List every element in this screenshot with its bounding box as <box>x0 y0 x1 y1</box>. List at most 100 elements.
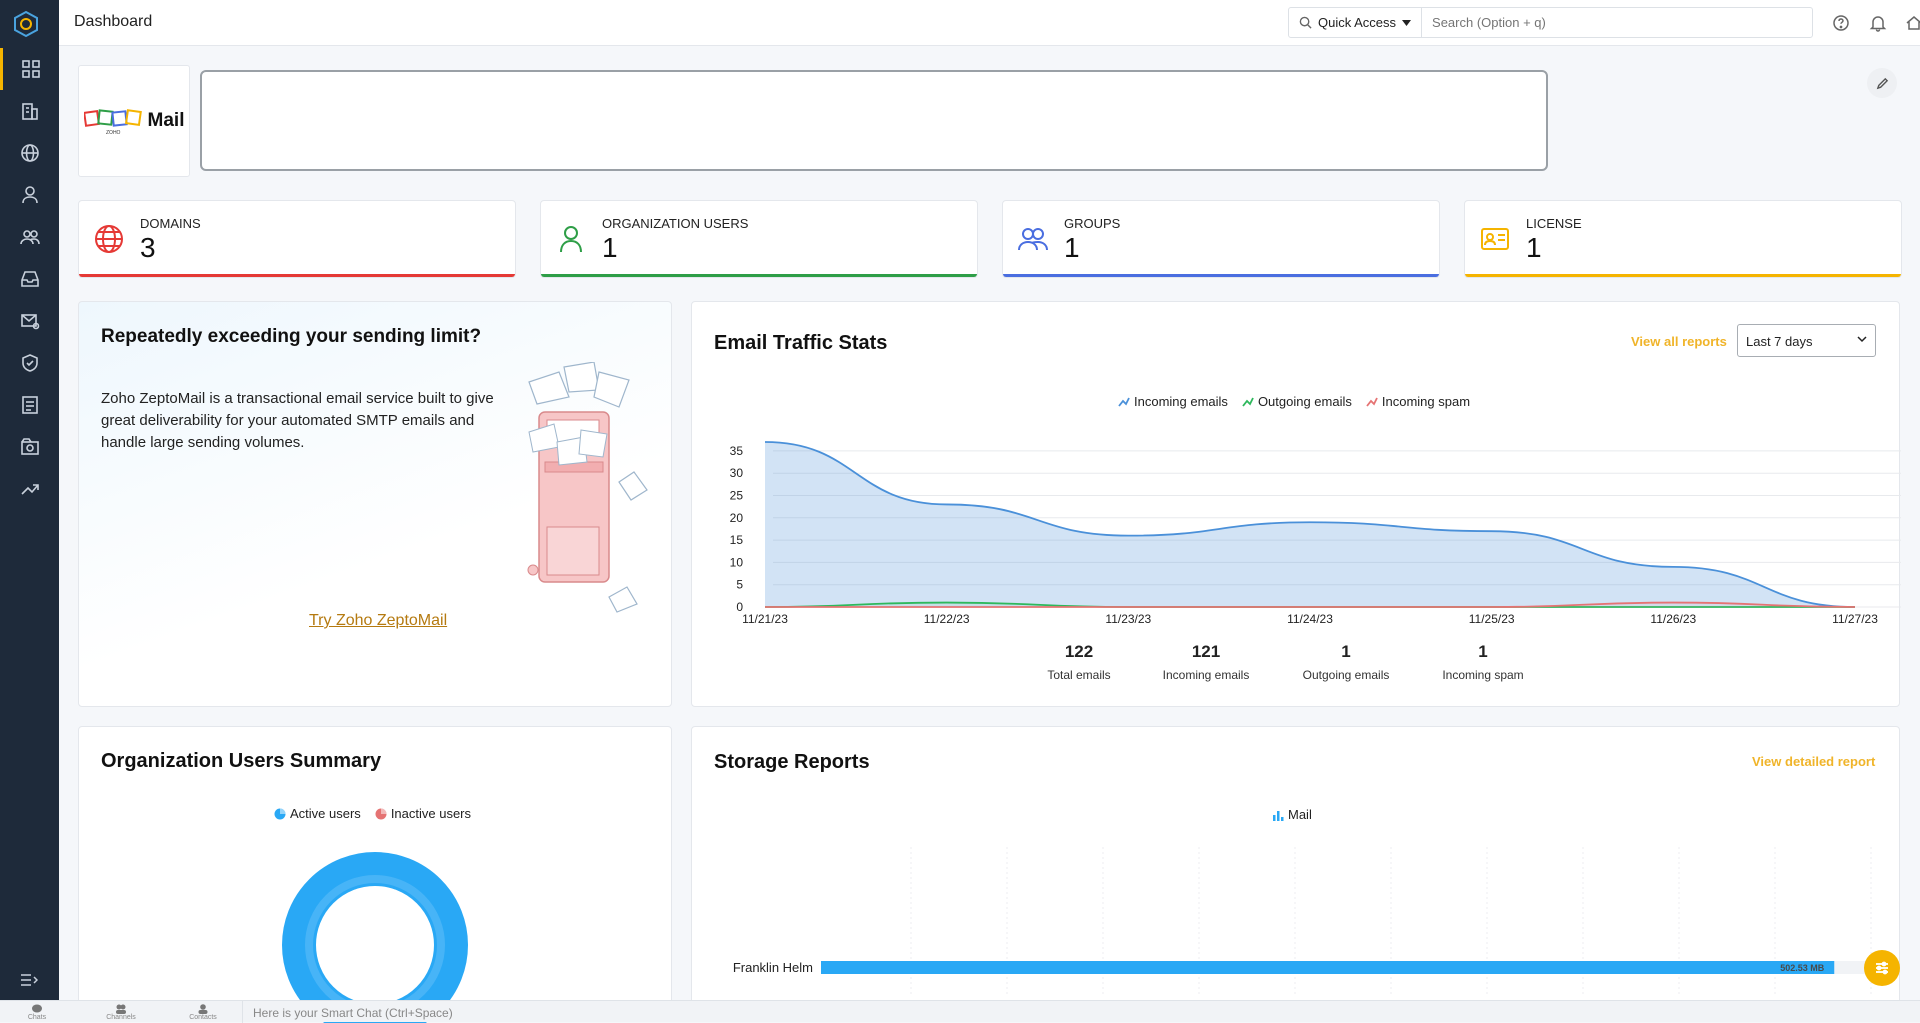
stat-accent-bar <box>541 274 977 277</box>
organization-users-summary-card: Organization Users Summary Active users I… <box>78 726 672 1023</box>
bar-category-label: Franklin Helm <box>733 960 813 975</box>
stat-card-organization-users[interactable]: ORGANIZATION USERS 1 <box>540 200 978 278</box>
page-title: Dashboard <box>74 13 153 30</box>
x-tick-label: 11/22/23 <box>924 612 970 626</box>
sidebar-item-analytics[interactable] <box>0 468 59 510</box>
sidebar-item-dashboard[interactable] <box>0 48 59 90</box>
contacts-tab[interactable]: Contacts <box>168 1004 238 1022</box>
quick-access-search: Quick Access <box>1288 7 1813 38</box>
y-tick-label: 35 <box>730 444 744 458</box>
chats-tab[interactable]: Chats <box>2 1004 72 1022</box>
stat-label: LICENSE <box>1526 216 1582 231</box>
summary-label: Incoming spam <box>1442 668 1524 682</box>
stat-card-license[interactable]: LICENSE 1 <box>1464 200 1902 278</box>
sidebar-item-reports[interactable] <box>0 384 59 426</box>
storage-bar-chart: Franklin Helm 502.53 MB <box>733 847 1872 997</box>
smart-chat-input[interactable]: Here is your Smart Chat (Ctrl+Space) <box>242 1001 1920 1023</box>
stat-value: 3 <box>140 232 156 263</box>
data-admin-icon <box>20 438 39 455</box>
y-tick-label: 15 <box>730 533 744 547</box>
group-icon <box>19 230 40 245</box>
stat-value: 1 <box>602 232 618 263</box>
sidebar-item-organization[interactable] <box>0 90 59 132</box>
summary-label: Incoming emails <box>1162 668 1250 682</box>
stat-label: ORGANIZATION USERS <box>602 216 749 231</box>
edit-dashboard-button[interactable] <box>1867 68 1897 98</box>
quick-access-button[interactable]: Quick Access <box>1289 8 1423 37</box>
stat-card-domains[interactable]: DOMAINS 3 <box>78 200 516 278</box>
x-tick-label: 11/21/23 <box>742 612 788 626</box>
stat-value: 1 <box>1526 232 1542 263</box>
collapse-sidebar-icon[interactable] <box>20 973 39 987</box>
sidebar-item-domains[interactable] <box>0 132 59 174</box>
pie-slice-inner-ring <box>305 875 445 1015</box>
globe-icon <box>20 144 39 162</box>
license-icon <box>1479 223 1511 255</box>
summary-value: 122 <box>1064 642 1094 661</box>
x-tick-label: 11/27/23 <box>1832 612 1878 626</box>
x-tick-label: 11/25/23 <box>1469 612 1515 626</box>
stat-label: DOMAINS <box>140 216 201 231</box>
x-tick-label: 11/23/23 <box>1105 612 1151 626</box>
sidebar <box>0 0 59 1000</box>
bell-icon[interactable] <box>1869 14 1887 32</box>
users-donut-chart <box>282 852 468 1023</box>
email-traffic-chart: 0510152025303511/21/23 11/22/23 11/23/23 11… <box>730 441 1901 626</box>
zeptomail-promo-card: Repeatedly exceeding your sending limit?… <box>78 301 672 707</box>
storage-reports-card: Storage Reports View detailed report Mai… <box>691 726 1900 1022</box>
help-icon[interactable] <box>1832 14 1850 32</box>
contacts-icon <box>198 1004 208 1014</box>
stat-accent-bar <box>1465 274 1901 277</box>
y-tick-label: 10 <box>730 555 744 569</box>
sidebar-item-mail-policy[interactable] <box>0 258 59 300</box>
mail-settings-icon <box>20 314 39 330</box>
contacts-tab-label: Contacts <box>189 1014 217 1021</box>
channels-tab-label: Channels <box>106 1014 136 1021</box>
summary-label: Outgoing emails <box>1302 668 1390 682</box>
sidebar-item-data-administration[interactable] <box>0 426 59 468</box>
y-tick-label: 20 <box>730 511 744 525</box>
stat-accent-bar <box>1003 274 1439 277</box>
summary-value: 121 <box>1191 642 1221 661</box>
caret-down-icon <box>1402 19 1412 26</box>
summary-value: 1 <box>1341 642 1351 661</box>
trend-icon <box>20 484 39 495</box>
group-icon <box>1017 223 1049 255</box>
sidebar-item-security[interactable] <box>0 342 59 384</box>
sidebar-item-groups[interactable] <box>0 216 59 258</box>
search-input[interactable] <box>1422 8 1812 37</box>
sliders-icon <box>1876 961 1888 975</box>
channels-tab[interactable]: Channels <box>86 1004 156 1022</box>
summary-spam: 1 Incoming spam <box>1423 642 1543 682</box>
user-icon <box>21 186 38 204</box>
pencil-icon <box>1876 77 1888 89</box>
sidebar-item-mail-settings[interactable] <box>0 300 59 342</box>
zoho-logo-icon: ZOHO <box>83 109 142 136</box>
try-zeptomail-link[interactable]: Try Zoho ZeptoMail <box>309 612 447 630</box>
stat-card-groups[interactable]: GROUPS 1 <box>1002 200 1440 278</box>
search-icon <box>1299 16 1312 29</box>
settings-fab-button[interactable] <box>1864 950 1900 986</box>
summary-incoming: 121 Incoming emails <box>1146 642 1266 682</box>
admin-console-logo[interactable] <box>12 10 40 38</box>
email-traffic-stats-card: Email Traffic Stats View all reports Las… <box>691 301 1901 707</box>
app-name: Mail <box>147 110 185 131</box>
pie-slice-active-users <box>282 852 468 1023</box>
sidebar-item-users[interactable] <box>0 174 59 216</box>
home-icon[interactable] <box>1905 14 1920 32</box>
promo-title: Repeatedly exceeding your sending limit? <box>101 326 482 347</box>
summary-value: 1 <box>1478 642 1488 661</box>
x-tick-label: 11/24/23 <box>1287 612 1333 626</box>
y-tick-label: 25 <box>730 489 744 503</box>
bar-data-label: 502.53 MB <box>1780 963 1825 973</box>
quick-access-label: Quick Access <box>1318 15 1397 30</box>
promo-body: Zoho ZeptoMail is a transactional email … <box>101 390 494 451</box>
building-icon <box>21 103 38 120</box>
y-tick-label: 5 <box>736 578 743 592</box>
chats-tab-label: Chats <box>27 1014 47 1021</box>
shield-icon <box>21 354 38 372</box>
globe-icon <box>93 223 125 255</box>
smart-chat-bar: Chats Channels Contacts Here is your Sma… <box>0 1000 1920 1023</box>
channels-icon <box>116 1004 126 1014</box>
zoho-mail-logo: ZOHO Mail <box>78 65 190 177</box>
